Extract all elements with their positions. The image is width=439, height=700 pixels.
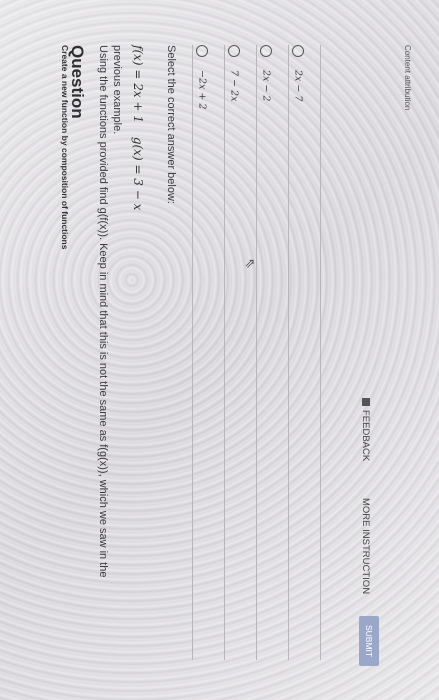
answer-option[interactable]: 2x − 7 <box>292 45 307 102</box>
radio-empty-icon[interactable] <box>228 45 241 57</box>
answer-option[interactable]: −2x + 2 <box>196 45 211 110</box>
function-g-definition: g(x) = 3 − x <box>131 136 145 211</box>
radio-empty-icon[interactable] <box>292 45 305 57</box>
function-f-definition: f(x) = 2x + 1 <box>131 45 145 123</box>
answer-option-label: −2x + 2 <box>196 70 208 110</box>
divider <box>192 45 193 660</box>
answer-option-label: 2x − 7 <box>292 70 304 102</box>
question-text-line2: previous example. <box>111 45 123 135</box>
answer-prompt: Select the correct answer below: <box>165 45 177 204</box>
answer-option[interactable]: 7 − 2x <box>228 45 243 102</box>
more-instruction-button[interactable]: MORE INSTRUCTION <box>360 498 371 594</box>
divider <box>256 45 257 660</box>
function-definitions: f(x) = 2x + 1 g(x) = 3 − x <box>131 45 145 210</box>
divider <box>320 45 321 660</box>
divider <box>224 45 225 660</box>
question-text-line1: Using the functions provided find g(f(x)… <box>97 45 109 578</box>
feedback-button[interactable]: FEEDBACK <box>360 398 371 461</box>
feedback-icon <box>361 398 370 406</box>
question-panel: Create a new function by composition of … <box>0 0 439 700</box>
divider <box>288 45 289 660</box>
radio-empty-icon[interactable] <box>196 45 209 57</box>
radio-empty-icon[interactable] <box>260 45 273 57</box>
page-title: Question <box>68 45 87 119</box>
answer-option-label: 7 − 2x <box>228 70 240 102</box>
feedback-label: FEEDBACK <box>360 410 371 462</box>
content-attribution-link[interactable]: Content attribution <box>403 45 412 110</box>
answer-option[interactable]: 2x − 2 <box>260 45 275 102</box>
answer-option-label: 2x − 2 <box>260 70 272 102</box>
mouse-pointer-icon: ⇖ <box>243 258 258 269</box>
submit-button[interactable]: SUBMIT <box>359 616 379 667</box>
